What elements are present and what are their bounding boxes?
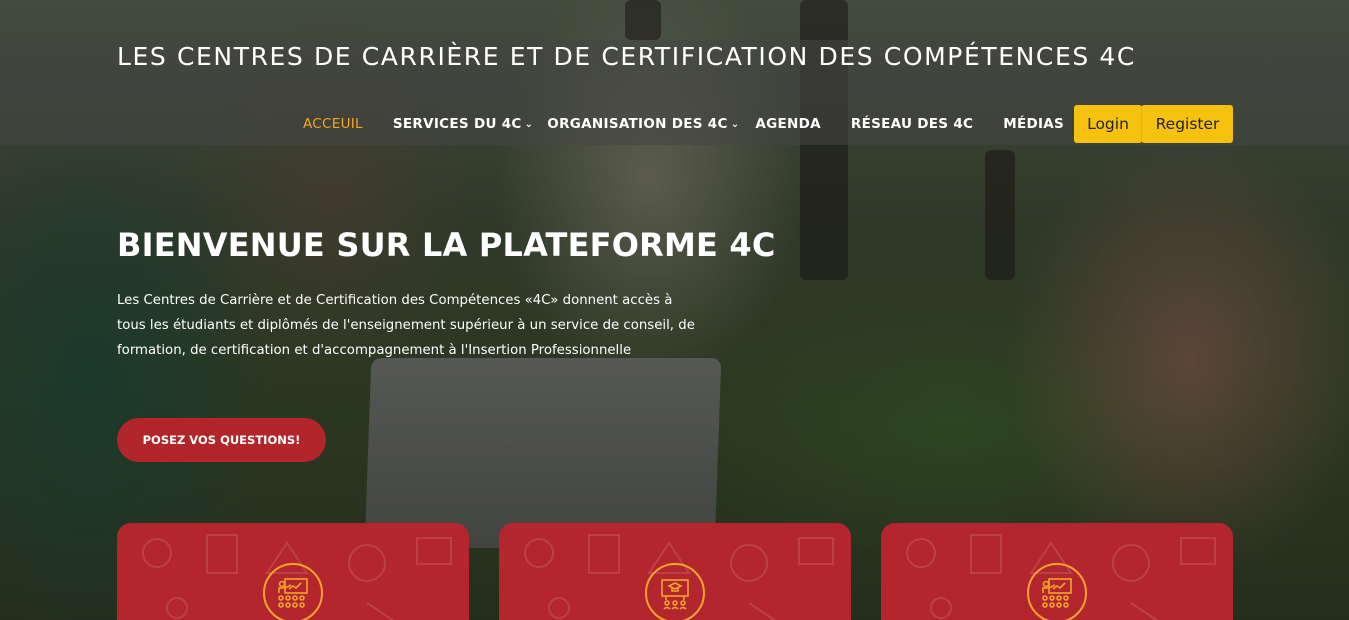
site-title[interactable]: LES CENTRES DE CARRIÈRE ET DE CERTIFICAT… [117, 42, 1136, 71]
nav-item-accueil[interactable]: ACCEUIL [303, 116, 363, 132]
graduation-board-icon [645, 563, 705, 620]
login-button[interactable]: Login [1074, 105, 1142, 143]
nav-item-services[interactable]: SERVICES DU 4C ⌄ [393, 116, 533, 132]
nav-item-label: RÉSEAU DES 4C [850, 116, 974, 132]
hero-title: BIENVENUE SUR LA PLATEFORME 4C [117, 226, 776, 264]
nav-item-label: ACCEUIL [303, 116, 363, 132]
nav-item-medias[interactable]: MÉDIAS [1003, 116, 1064, 132]
nav-item-label: SERVICES DU 4C [392, 116, 522, 132]
service-card-2[interactable] [499, 523, 851, 620]
chevron-down-icon: ⌄ [524, 118, 534, 130]
nav-item-reseau[interactable]: RÉSEAU DES 4C [851, 116, 973, 132]
ask-questions-button[interactable]: POSEZ VOS QUESTIONS! [117, 418, 326, 462]
nav-item-organisation[interactable]: ORGANISATION DES 4C ⌄ [547, 116, 739, 132]
hero-description: Les Centres de Carrière et de Certificat… [117, 293, 695, 358]
register-button[interactable]: Register [1141, 105, 1233, 143]
service-card-3[interactable] [881, 523, 1233, 620]
chevron-down-icon: ⌄ [730, 118, 740, 130]
nav-item-label: MÉDIAS [1003, 116, 1065, 132]
nav-item-label: ORGANISATION DES 4C [547, 116, 728, 132]
nav-item-agenda[interactable]: AGENDA [755, 116, 821, 132]
service-card-1[interactable] [117, 523, 469, 620]
presentation-teacher-icon [1027, 563, 1087, 620]
presentation-teacher-icon [263, 563, 323, 620]
nav-item-label: AGENDA [755, 116, 821, 132]
main-nav: ACCEUIL SERVICES DU 4C ⌄ ORGANISATION DE… [303, 105, 1064, 143]
